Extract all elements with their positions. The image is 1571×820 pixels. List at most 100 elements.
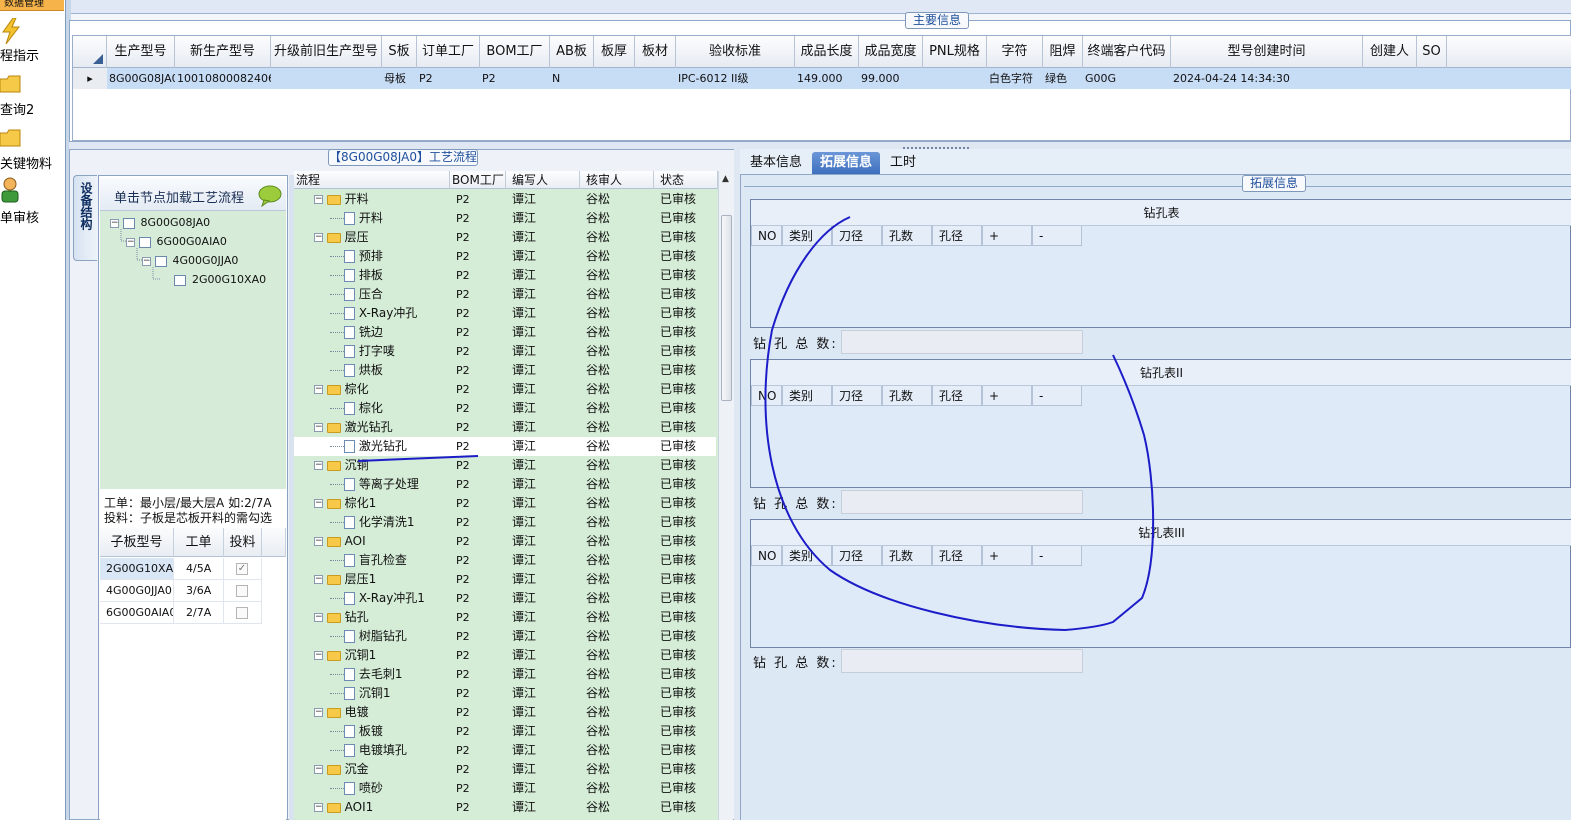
cell[interactable]: 2/7A: [174, 602, 224, 624]
flow-reviewer-cell[interactable]: 谷松: [586, 798, 610, 817]
cell[interactable]: 2G00G10XA0: [100, 558, 174, 580]
flow-reviewer-cell[interactable]: 谷松: [586, 722, 610, 741]
flow-node[interactable]: 板镀: [330, 722, 470, 741]
column-header[interactable]: 孔数: [882, 546, 932, 566]
cell[interactable]: 99.000: [859, 68, 923, 89]
nav-item-label[interactable]: 单审核: [0, 207, 39, 226]
column-header[interactable]: 孔数: [882, 226, 932, 246]
node-checkbox[interactable]: [154, 255, 167, 267]
collapse-icon[interactable]: −: [314, 385, 323, 394]
collapse-icon[interactable]: −: [126, 237, 135, 247]
flow-bom-cell[interactable]: P2: [456, 323, 470, 342]
flow-status-cell[interactable]: 已审核: [660, 304, 696, 323]
column-header[interactable]: AB板: [550, 36, 594, 68]
flow-node[interactable]: 激光钻孔: [330, 437, 470, 456]
flow-row[interactable]: − 电镀 P2 谭江 谷松 已审核: [294, 703, 716, 722]
flow-row[interactable]: − AOI P2 谭江 谷松 已审核: [294, 532, 716, 551]
flow-status-cell[interactable]: 已审核: [660, 532, 696, 551]
flow-reviewer-cell[interactable]: 谷松: [586, 323, 610, 342]
flow-node[interactable]: 打字唛: [330, 342, 470, 361]
flow-row[interactable]: − 棕化 P2 谭江 谷松 已审核: [294, 380, 716, 399]
flow-node[interactable]: 压合: [330, 285, 470, 304]
flow-writer-cell[interactable]: 谭江: [512, 247, 536, 266]
column-header[interactable]: 成品长度: [795, 36, 859, 68]
flow-reviewer-cell[interactable]: 谷松: [586, 570, 610, 589]
user-icon[interactable]: [0, 177, 22, 203]
flow-node[interactable]: − 沉金: [314, 760, 454, 779]
flow-row[interactable]: 烘板 P2 谭江 谷松 已审核: [294, 361, 716, 380]
flow-node[interactable]: − 层压: [314, 228, 454, 247]
flow-bom-cell[interactable]: P2: [456, 380, 470, 399]
node-checkbox[interactable]: [174, 274, 186, 286]
flow-reviewer-cell[interactable]: 谷松: [586, 551, 610, 570]
flow-reviewer-cell[interactable]: 谷松: [586, 342, 610, 361]
flow-status-cell[interactable]: 已审核: [660, 646, 696, 665]
cell[interactable]: 8G00G08JA0: [107, 68, 175, 89]
collapse-icon[interactable]: −: [314, 537, 323, 546]
flow-bom-cell[interactable]: P2: [456, 551, 470, 570]
flow-writer-cell[interactable]: 谭江: [512, 513, 536, 532]
cell[interactable]: [1363, 68, 1417, 89]
flow-reviewer-cell[interactable]: 谷松: [586, 684, 610, 703]
flow-node[interactable]: − 激光钻孔: [314, 418, 454, 437]
cell[interactable]: 10010800082406: [175, 68, 271, 89]
flow-writer-cell[interactable]: 谭江: [512, 532, 536, 551]
flow-row[interactable]: − 层压1 P2 谭江 谷松 已审核: [294, 570, 716, 589]
flow-writer-cell[interactable]: 谭江: [512, 190, 536, 209]
column-header[interactable]: 新生产型号: [175, 36, 271, 68]
flow-status-cell[interactable]: 已审核: [660, 399, 696, 418]
column-header[interactable]: BOM工厂: [450, 171, 506, 189]
flow-bom-cell[interactable]: P2: [456, 361, 470, 380]
flow-writer-cell[interactable]: 谭江: [512, 323, 536, 342]
flow-reviewer-cell[interactable]: 谷松: [586, 418, 610, 437]
drill-total-field[interactable]: [841, 490, 1083, 514]
flow-row[interactable]: 棕化 P2 谭江 谷松 已审核: [294, 399, 716, 418]
flow-node[interactable]: − 钻孔: [314, 608, 454, 627]
column-header[interactable]: 型号创建时间: [1171, 36, 1363, 68]
flow-node[interactable]: 排板: [330, 266, 470, 285]
flow-row[interactable]: 预排 P2 谭江 谷松 已审核: [294, 247, 716, 266]
flow-reviewer-cell[interactable]: 谷松: [586, 532, 610, 551]
column-header[interactable]: 类别: [782, 546, 832, 566]
flow-bom-cell[interactable]: P2: [456, 741, 470, 760]
column-header[interactable]: NO: [751, 546, 782, 566]
flow-row[interactable]: 喷砂 P2 谭江 谷松 已审核: [294, 779, 716, 798]
flow-node[interactable]: 铣边: [330, 323, 470, 342]
column-header[interactable]: 孔数: [882, 386, 932, 406]
column-header[interactable]: 板厚: [594, 36, 635, 68]
flow-row[interactable]: 树脂钻孔 P2 谭江 谷松 已审核: [294, 627, 716, 646]
cell[interactable]: 母板: [382, 68, 417, 89]
cell[interactable]: 149.000: [795, 68, 859, 89]
flow-reviewer-cell[interactable]: 谷松: [586, 741, 610, 760]
column-header[interactable]: PNL规格: [923, 36, 987, 68]
flow-row[interactable]: − 开料 P2 谭江 谷松 已审核: [294, 190, 716, 209]
lightning-icon[interactable]: [0, 17, 22, 45]
flow-writer-cell[interactable]: 谭江: [512, 228, 536, 247]
flow-bom-cell[interactable]: P2: [456, 646, 470, 665]
collapse-icon[interactable]: −: [142, 256, 151, 266]
flow-row[interactable]: 激光钻孔 P2 谭江 谷松 已审核: [294, 437, 716, 456]
flow-node[interactable]: − AOI: [314, 532, 454, 551]
column-header[interactable]: 核审人: [580, 171, 654, 189]
flow-reviewer-cell[interactable]: 谷松: [586, 209, 610, 228]
collapse-icon[interactable]: −: [314, 499, 323, 508]
cell[interactable]: 白色字符: [987, 68, 1043, 89]
flow-row[interactable]: X-Ray冲孔 P2 谭江 谷松 已审核: [294, 304, 716, 323]
flow-status-cell[interactable]: 已审核: [660, 665, 696, 684]
flow-writer-cell[interactable]: 谭江: [512, 456, 536, 475]
folder-icon[interactable]: [0, 128, 22, 148]
flow-bom-cell[interactable]: P2: [456, 437, 470, 456]
flow-row[interactable]: 盲孔检查 P2 谭江 谷松 已审核: [294, 551, 716, 570]
flow-bom-cell[interactable]: P2: [456, 494, 470, 513]
flow-bom-cell[interactable]: P2: [456, 532, 470, 551]
flow-writer-cell[interactable]: 谭江: [512, 285, 536, 304]
flow-reviewer-cell[interactable]: 谷松: [586, 247, 610, 266]
flow-writer-cell[interactable]: 谭江: [512, 703, 536, 722]
flow-writer-cell[interactable]: 谭江: [512, 304, 536, 323]
flow-status-cell[interactable]: 已审核: [660, 475, 696, 494]
feed-checkbox[interactable]: [236, 607, 248, 619]
flow-node[interactable]: 树脂钻孔: [330, 627, 470, 646]
flow-reviewer-cell[interactable]: 谷松: [586, 361, 610, 380]
flow-bom-cell[interactable]: P2: [456, 703, 470, 722]
cell[interactable]: 4G00G0JJA0: [100, 580, 174, 602]
